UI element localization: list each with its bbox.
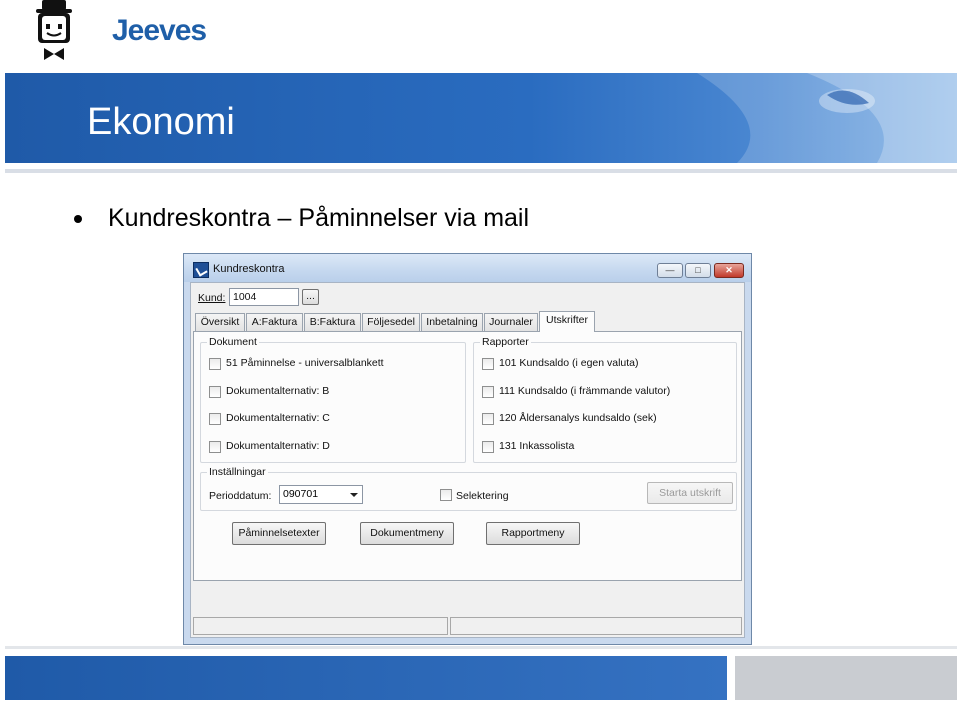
- rapporter-checkbox-2[interactable]: [482, 386, 494, 398]
- dokument-checkbox-1[interactable]: [209, 358, 221, 370]
- window-title: Kundreskontra: [213, 263, 285, 275]
- customer-label: Kund:: [198, 292, 226, 304]
- footer-grey-block: [735, 656, 957, 700]
- paminnelsetexter-button[interactable]: Påminnelsetexter: [232, 522, 326, 545]
- slide-title: Ekonomi: [87, 101, 235, 143]
- selektering-label: Selektering: [456, 490, 509, 502]
- banner-decoration-icon: [697, 73, 957, 163]
- rapporter-checkbox-3[interactable]: [482, 413, 494, 425]
- bullet-text: Kundreskontra – Påminnelser via mail: [108, 204, 530, 232]
- rapporter-checkbox-1[interactable]: [482, 358, 494, 370]
- title-banner: Ekonomi: [5, 73, 957, 163]
- tab-oversikt[interactable]: Översikt: [195, 313, 245, 331]
- tab-b-faktura[interactable]: B:Faktura: [304, 313, 361, 331]
- customer-lookup-button[interactable]: ...: [302, 289, 319, 305]
- dokument-group: Dokument 51 Påminnelse - universalblanke…: [200, 336, 466, 463]
- chevron-down-icon[interactable]: [350, 493, 358, 497]
- status-cell-left: [193, 617, 448, 635]
- utskrifter-tab-panel: Dokument 51 Påminnelse - universalblanke…: [193, 331, 742, 581]
- rapportmeny-button[interactable]: Rapportmeny: [486, 522, 580, 545]
- bullet-point-icon: [74, 215, 82, 223]
- dokument-label-2: Dokumentalternativ: B: [226, 385, 330, 397]
- installningar-group: Inställningar Perioddatum: 090701 Selekt…: [200, 466, 737, 511]
- dokument-checkbox-3[interactable]: [209, 413, 221, 425]
- dokument-label-4: Dokumentalternativ: D: [226, 440, 330, 452]
- period-dropdown[interactable]: 090701: [279, 485, 363, 504]
- installningar-group-title: Inställningar: [207, 466, 268, 478]
- starta-utskrift-button[interactable]: Starta utskrift: [647, 482, 733, 504]
- dokument-label-1: 51 Påminnelse - universalblankett: [226, 357, 384, 369]
- window-titlebar[interactable]: Kundreskontra — □ ✕: [184, 254, 751, 282]
- minimize-button[interactable]: —: [657, 263, 683, 278]
- dokument-checkbox-4[interactable]: [209, 441, 221, 453]
- kundreskontra-window: Kundreskontra — □ ✕ Kund: 1004 ... Övers…: [183, 253, 752, 645]
- dokument-label-3: Dokumentalternativ: C: [226, 412, 330, 424]
- rapporter-group-title: Rapporter: [480, 336, 531, 348]
- selektering-checkbox[interactable]: [440, 489, 452, 501]
- tab-bar: Översikt A:Faktura B:Faktura Följesedel …: [193, 311, 742, 332]
- tab-utskrifter[interactable]: Utskrifter: [539, 311, 595, 332]
- tab-inbetalning[interactable]: Inbetalning: [421, 313, 483, 331]
- tab-a-faktura[interactable]: A:Faktura: [246, 313, 303, 331]
- dokument-group-title: Dokument: [207, 336, 259, 348]
- logo-wordmark: Jeeves: [112, 14, 207, 47]
- rapporter-label-4: 131 Inkassolista: [499, 440, 575, 452]
- window-client-area: Kund: 1004 ... Översikt A:Faktura B:Fakt…: [190, 282, 745, 638]
- period-value: 090701: [283, 488, 319, 500]
- banner-divider: [5, 169, 957, 173]
- rapporter-label-1: 101 Kundsaldo (i egen valuta): [499, 357, 639, 369]
- customer-field[interactable]: 1004: [229, 288, 299, 306]
- footer-divider: [5, 646, 957, 649]
- jeeves-logo: Jeeves: [30, 0, 207, 62]
- tab-foljesedel[interactable]: Följesedel: [362, 313, 420, 331]
- rapporter-checkbox-4[interactable]: [482, 441, 494, 453]
- status-bar: [193, 617, 742, 635]
- close-button[interactable]: ✕: [714, 263, 744, 278]
- maximize-button[interactable]: □: [685, 263, 711, 278]
- status-cell-right: [450, 617, 742, 635]
- tab-journaler[interactable]: Journaler: [484, 313, 538, 331]
- rapporter-group: Rapporter 101 Kundsaldo (i egen valuta) …: [473, 336, 737, 463]
- rapporter-label-3: 120 Åldersanalys kundsaldo (sek): [499, 412, 657, 424]
- footer-bar: [5, 656, 727, 700]
- dokument-checkbox-2[interactable]: [209, 386, 221, 398]
- app-icon: [193, 262, 209, 278]
- dokumentmeny-button[interactable]: Dokumentmeny: [360, 522, 454, 545]
- rapporter-label-2: 111 Kundsaldo (i främmande valutor): [499, 385, 671, 397]
- period-label: Perioddatum:: [209, 490, 272, 502]
- butler-logo-icon: [36, 0, 72, 60]
